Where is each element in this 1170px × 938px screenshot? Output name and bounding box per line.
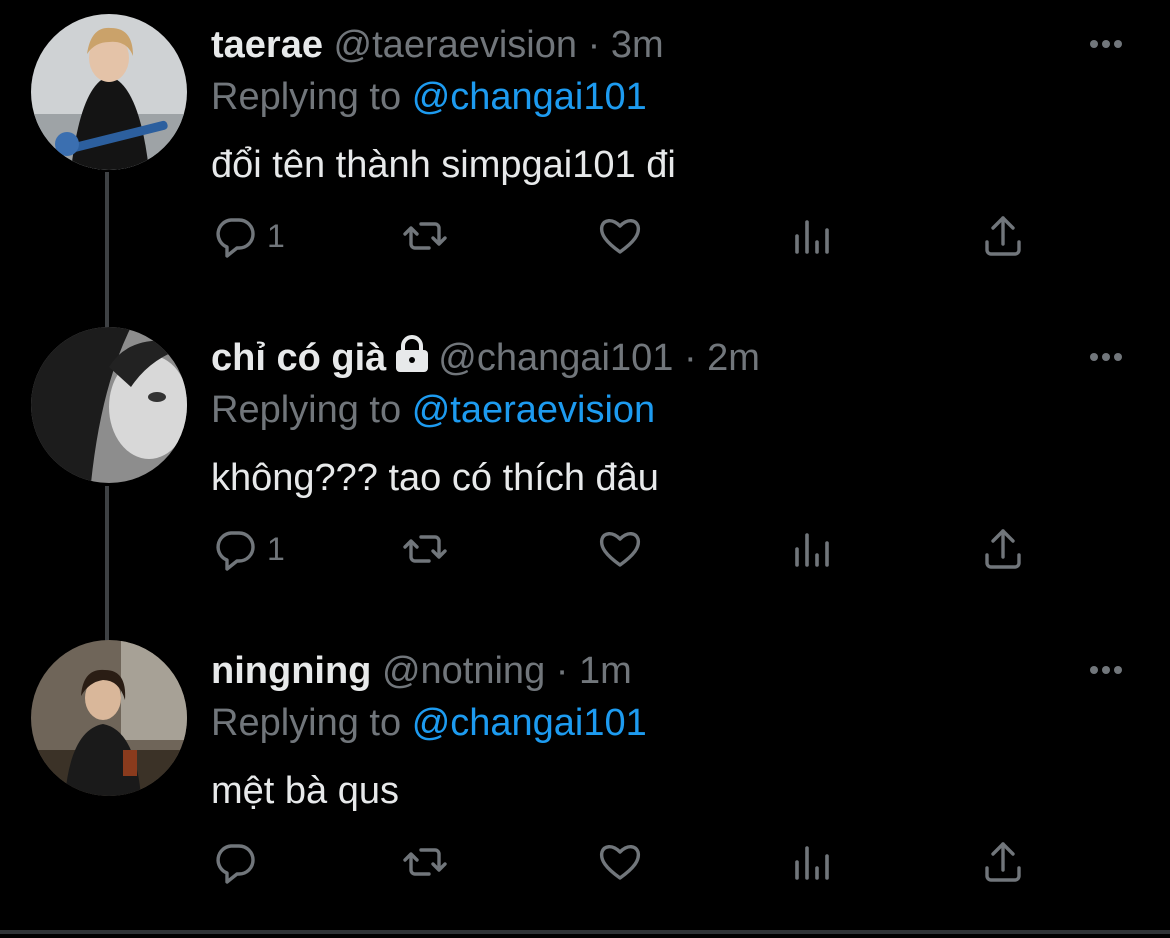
mention-link[interactable]: @taeraevision [412, 389, 655, 431]
analytics-button[interactable] [789, 519, 837, 579]
timestamp[interactable]: 2m [707, 337, 760, 379]
replying-to-label: Replying to [211, 702, 402, 744]
display-name[interactable]: taerae [211, 24, 323, 66]
analytics-icon [795, 846, 829, 880]
reply-button[interactable]: 1 [211, 519, 285, 579]
retweet-button[interactable] [401, 519, 449, 579]
tweet[interactable]: chỉ có già @changai101 · 2m Replying to @… [0, 313, 1170, 625]
tweet-text: mệt bà qus [211, 770, 399, 812]
tweet-header: taerae @taeraevision · 3m [211, 22, 664, 68]
avatar[interactable] [31, 640, 187, 796]
mention-link[interactable]: @changai101 [412, 702, 647, 744]
user-handle[interactable]: @changai101 [438, 337, 673, 379]
reply-icon [216, 844, 255, 884]
separator-dot: · [555, 650, 569, 692]
action-bar: 1 [211, 206, 1051, 266]
divider [0, 930, 1170, 934]
avatar[interactable] [31, 14, 187, 170]
like-button[interactable] [596, 832, 644, 892]
timestamp[interactable]: 1m [579, 650, 632, 692]
share-icon [985, 529, 1021, 569]
retweet-button[interactable] [401, 832, 449, 892]
tweet[interactable]: ningning @notning · 1m Replying to @chan… [0, 626, 1170, 938]
replying-to-label: Replying to [211, 389, 402, 431]
replying-to: Replying to @taeraevision [211, 387, 655, 433]
share-button[interactable] [979, 832, 1027, 892]
reply-button[interactable]: 1 [211, 206, 285, 266]
user-handle[interactable]: @taeraevision [334, 24, 577, 66]
reply-count: 1 [267, 530, 285, 567]
more-icon[interactable] [1086, 347, 1126, 367]
retweet-button[interactable] [401, 206, 449, 266]
reply-icon [216, 531, 255, 571]
more-icon[interactable] [1086, 34, 1126, 54]
user-handle[interactable]: @notning [382, 650, 545, 692]
analytics-icon [795, 220, 829, 254]
replying-to: Replying to @changai101 [211, 700, 647, 746]
reply-count: 1 [267, 217, 285, 254]
like-button[interactable] [596, 519, 644, 579]
mention-link[interactable]: @changai101 [412, 76, 647, 118]
share-button[interactable] [979, 206, 1027, 266]
analytics-button[interactable] [789, 832, 837, 892]
retweet-icon [403, 535, 447, 563]
display-name[interactable]: ningning [211, 650, 371, 692]
tweet-text: không??? tao có thích đâu [211, 457, 659, 499]
analytics-button[interactable] [789, 206, 837, 266]
analytics-icon [795, 533, 829, 567]
share-button[interactable] [979, 519, 1027, 579]
tweet-header: ningning @notning · 1m [211, 648, 632, 694]
avatar[interactable] [31, 327, 187, 483]
replying-to: Replying to @changai101 [211, 74, 647, 120]
timestamp[interactable]: 3m [611, 24, 664, 66]
lock-icon [396, 335, 429, 372]
action-bar: 1 [211, 519, 1051, 579]
retweet-icon [403, 222, 447, 250]
like-icon [599, 532, 641, 567]
replying-to-label: Replying to [211, 76, 402, 118]
reply-button[interactable] [211, 832, 267, 892]
tweet[interactable]: taerae @taeraevision · 3m Replying to @c… [0, 0, 1170, 312]
separator-dot: · [587, 24, 601, 66]
share-icon [985, 216, 1021, 256]
more-icon[interactable] [1086, 660, 1126, 680]
like-button[interactable] [596, 206, 644, 266]
retweet-icon [403, 848, 447, 876]
share-icon [985, 842, 1021, 882]
tweet-text: đổi tên thành simpgai101 đi [211, 144, 676, 186]
reply-icon [216, 218, 255, 258]
separator-dot: · [683, 337, 697, 379]
display-name[interactable]: chỉ có già [211, 337, 386, 379]
like-icon [599, 845, 641, 880]
action-bar [211, 832, 1051, 892]
tweet-header: chỉ có già @changai101 · 2m [211, 335, 760, 381]
like-icon [599, 219, 641, 254]
